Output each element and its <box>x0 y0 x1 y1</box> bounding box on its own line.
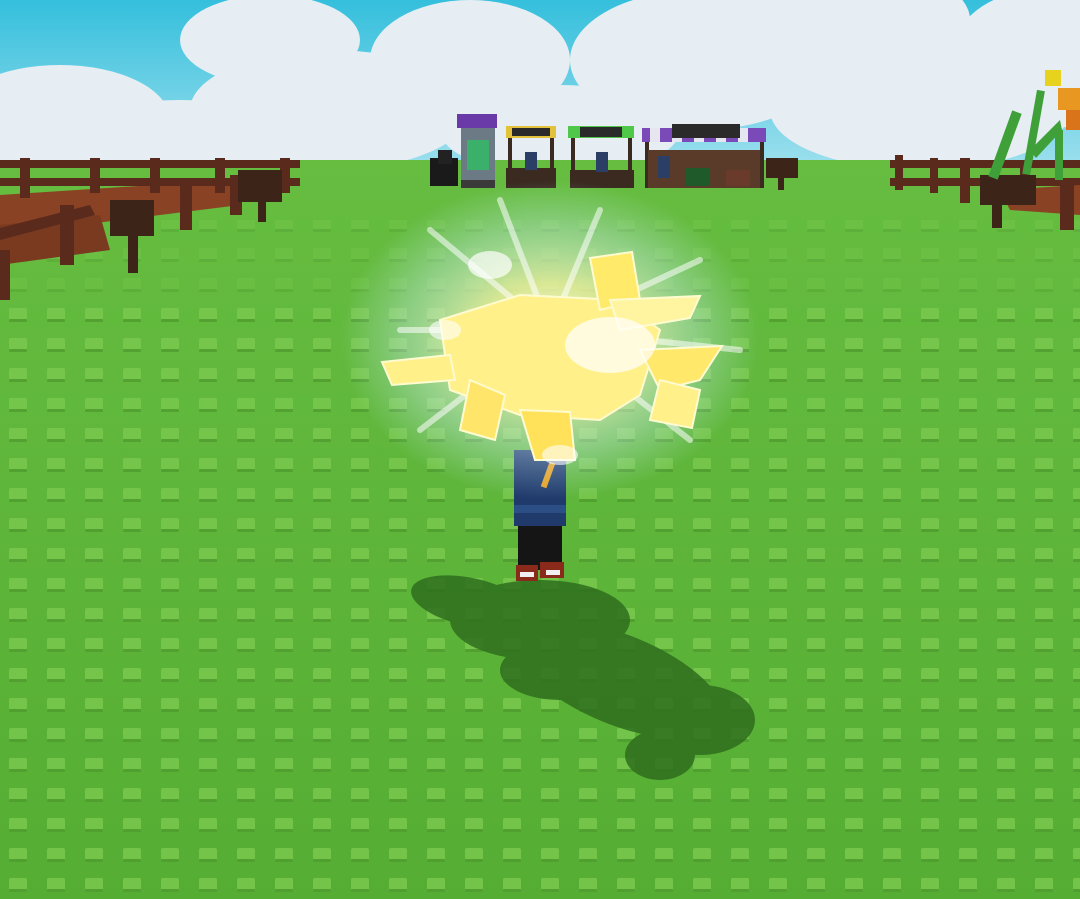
sparkle-highlight <box>542 445 578 465</box>
sparkle-highlight <box>468 251 512 279</box>
sparkle-highlight <box>429 320 461 340</box>
game-viewport[interactable] <box>0 0 1080 899</box>
pet-core-highlight <box>565 317 655 373</box>
